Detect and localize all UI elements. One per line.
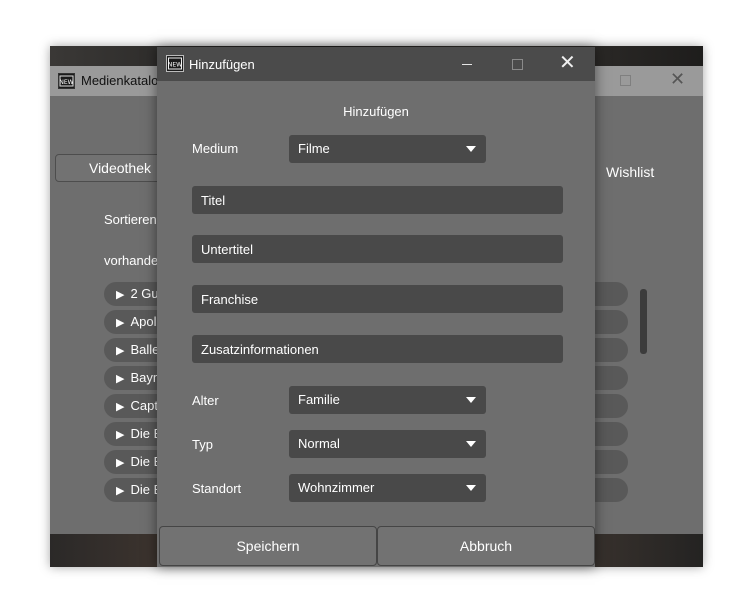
close-icon[interactable]: ✕	[670, 69, 685, 90]
chevron-down-icon	[466, 485, 476, 491]
alter-select[interactable]: Familie	[289, 386, 486, 414]
franchise-input[interactable]	[192, 285, 563, 313]
standort-select-value: Wohnzimmer	[298, 480, 375, 495]
triangle-right-icon: ▶	[116, 457, 125, 469]
dialog-title: Hinzufügen	[189, 57, 255, 72]
title-input[interactable]	[192, 186, 563, 214]
maximize-icon[interactable]	[620, 75, 631, 86]
standort-select[interactable]: Wohnzimmer	[289, 474, 486, 502]
standort-label: Standort	[192, 481, 242, 496]
add-dialog: NEW Hinzufügen ✕ Hinzufügen Medium Filme…	[157, 47, 595, 567]
triangle-right-icon: ▶	[116, 289, 125, 301]
triangle-right-icon: ▶	[116, 345, 125, 357]
triangle-right-icon: ▶	[116, 317, 125, 329]
list-item-label: Balle	[130, 342, 160, 357]
triangle-right-icon: ▶	[116, 373, 125, 385]
list-item-label: Apol	[130, 314, 157, 329]
typ-select[interactable]: Normal	[289, 430, 486, 458]
extra-info-input[interactable]	[192, 335, 563, 363]
list-item-label: 2 Gu	[130, 286, 159, 301]
maximize-icon[interactable]	[512, 59, 523, 70]
triangle-right-icon: ▶	[116, 485, 125, 497]
list-scrollbar[interactable]	[640, 289, 647, 354]
screen: NEW Medienkatalog ✕ Videothek Wishlist S…	[0, 0, 753, 614]
list-item-label: Capt	[130, 398, 158, 413]
medium-select[interactable]: Filme	[289, 135, 486, 163]
new-app-icon: NEW	[166, 55, 184, 72]
triangle-right-icon: ▶	[116, 401, 125, 413]
minimize-icon[interactable]	[462, 64, 472, 65]
svg-text:NEW: NEW	[59, 79, 73, 86]
new-app-icon: NEW	[58, 73, 75, 89]
chevron-down-icon	[466, 397, 476, 403]
cancel-button[interactable]: Abbruch	[377, 526, 595, 566]
sort-label: Sortieren	[104, 212, 157, 227]
svg-text:NEW: NEW	[168, 62, 182, 69]
alter-label: Alter	[192, 393, 219, 408]
typ-label: Typ	[192, 437, 213, 452]
chevron-down-icon	[466, 441, 476, 447]
main-window-title: Medienkatalog	[81, 73, 166, 88]
medium-select-value: Filme	[298, 141, 330, 156]
dialog-heading: Hinzufügen	[343, 104, 409, 119]
subtitle-input[interactable]	[192, 235, 563, 263]
tab-wishlist[interactable]: Wishlist	[606, 164, 654, 180]
close-icon[interactable]: ✕	[559, 52, 576, 74]
dialog-titlebar[interactable]: NEW Hinzufügen ✕	[157, 47, 595, 81]
medium-label: Medium	[192, 141, 239, 156]
save-button[interactable]: Speichern	[159, 526, 377, 566]
alter-select-value: Familie	[298, 392, 340, 407]
typ-select-value: Normal	[298, 436, 340, 451]
triangle-right-icon: ▶	[116, 429, 125, 441]
chevron-down-icon	[466, 146, 476, 152]
